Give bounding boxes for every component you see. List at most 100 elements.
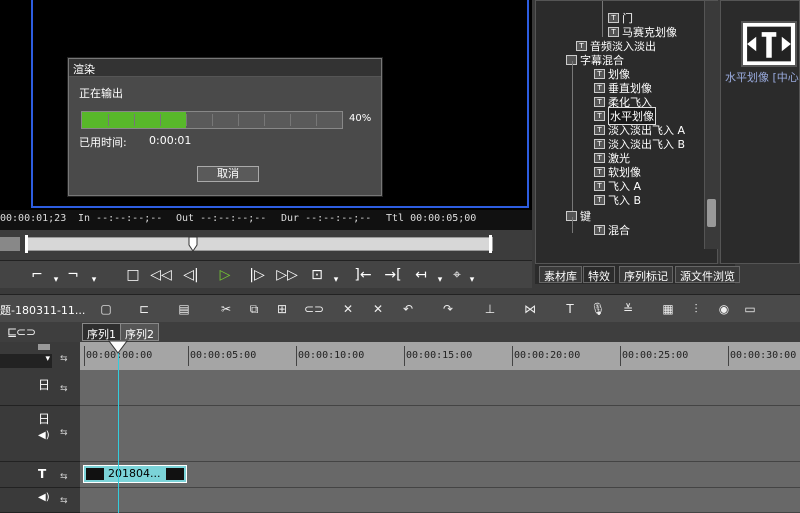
tab-sequence-1[interactable]: 序列1 [82,323,121,341]
open-icon[interactable]: ⊏ [136,301,152,317]
in-point-marker[interactable] [25,235,28,253]
track-arrow-icon[interactable]: ⇆ [60,384,68,394]
expand-arrow-icon[interactable]: ⇆ [60,354,68,364]
elapsed-label: 已用时间: [79,136,127,149]
progress-segment [316,114,317,126]
ripple-delete-icon[interactable]: ✕ [370,301,386,317]
tree-item[interactable]: T 软划像 [594,165,641,179]
loop-icon[interactable]: ⊡ [306,264,328,286]
tree-item[interactable]: T 飞入 A [594,179,641,193]
save-icon[interactable]: ▤ [176,301,192,317]
step-back-icon[interactable]: ◁| [180,264,202,286]
stop-icon[interactable]: □ [122,264,144,286]
tab-effects[interactable]: 特效 [583,266,615,283]
out-point-marker[interactable] [489,235,492,253]
tab-source-browser[interactable]: 源文件浏览 [675,266,740,283]
redo-icon[interactable]: ↷ [440,301,456,317]
audio-icon[interactable]: ◀) [38,492,50,503]
effect-icon: T [608,27,619,37]
tab-sequence-markers[interactable]: 序列标记 [619,266,673,283]
tree-item[interactable]: T 淡入淡出飞入 B [594,137,685,151]
tree-item[interactable]: T 激光 [594,151,630,165]
go-to-out-icon[interactable]: →[ [382,264,404,286]
tree-item[interactable]: T 水平划像 [594,107,656,125]
render-status: 正在输出 [79,87,123,100]
tree-item[interactable]: T 垂直划像 [594,81,652,95]
link-track-icon[interactable]: ⊂⊃ [16,324,36,340]
progress-segment [108,114,109,126]
audio-icon[interactable]: ◀) [38,430,50,441]
dropdown-arrow-icon[interactable]: ▾ [330,269,342,291]
sequence-tabs: ⊑ ⊂⊃ 序列1 序列2 [0,322,800,342]
dropdown-arrow-icon[interactable]: ▾ [88,269,100,291]
tree-item[interactable]: T 飞入 B [594,193,641,207]
copy-icon[interactable]: ⧉ [246,301,262,317]
effects-tree-panel: T 门 T 马赛克划像 T 音频淡入淡出 字幕混合 T 划像 T 垂直划像 T 柔化飞入 T 水平划像 T 淡入… [535,0,718,264]
fast-forward-icon[interactable]: ▷▷ [276,264,298,286]
tree-item[interactable]: T 混合 [594,223,630,237]
track-lane-title[interactable] [80,462,800,488]
set-in-icon[interactable]: ⌐ [26,264,48,286]
track-lane-1v[interactable] [80,370,800,406]
split-icon[interactable]: ↤ [410,264,432,286]
scrub-bar[interactable] [27,237,493,251]
timeline-ruler[interactable]: 00:00:00:00 00:00:05:00 00:00:10:00 00:0… [80,342,800,370]
track-arrow-icon[interactable]: ⇆ [60,472,68,482]
tree-item[interactable]: 键 [566,209,591,223]
cut-icon[interactable]: ✂ [218,301,234,317]
effect-icon: T [594,167,605,177]
current-timecode: 00:00:01;23 [0,213,67,224]
tab-sequence-2[interactable]: 序列2 [120,323,159,341]
title-track-icon[interactable]: T [38,467,46,481]
tree-item-label: 混合 [608,224,630,237]
delete-icon[interactable]: ✕ [340,301,356,317]
tree-item[interactable]: T 划像 [594,67,630,81]
set-out-icon[interactable]: ¬ [62,264,84,286]
dropdown-arrow-icon[interactable]: ▾ [434,269,446,291]
cancel-button[interactable]: 取消 [197,166,259,182]
voiceover-icon[interactable]: 🎙 [590,301,606,317]
tree-item[interactable]: T 音频淡入淡出 [576,39,656,53]
video-icon[interactable]: 日 [38,410,50,427]
tree-item[interactable]: 字幕混合 [566,53,624,67]
grid-icon[interactable]: ▦ [660,301,676,317]
audio-level-icon[interactable]: ⫶ [688,301,704,317]
track-arrow-icon[interactable]: ⇆ [60,428,68,438]
go-to-in-icon[interactable]: ]← [352,264,374,286]
title-clip[interactable]: 201804... [83,465,187,483]
dropdown-arrow-icon[interactable]: ▾ [466,269,478,291]
ripple-icon[interactable]: ⊥ [482,301,498,317]
link-icon[interactable]: ⊂⊃ [304,301,324,317]
scrollbar-thumb[interactable] [707,199,716,227]
time-scale-select[interactable]: ▾ [0,354,52,368]
title-icon[interactable]: T [562,301,578,317]
tree-item[interactable]: T门 [608,11,633,25]
scrub-row [0,230,532,260]
track-arrow-icon[interactable]: ⇆ [60,496,68,506]
play-icon[interactable]: ▷ [214,264,236,286]
timeline-playhead[interactable] [118,342,119,513]
zoom-handle[interactable] [38,344,50,350]
tree-item[interactable]: T 马赛克划像 [608,25,677,39]
playhead-handle-icon[interactable] [108,340,128,354]
color-icon[interactable]: ◉ [716,301,732,317]
paste-icon[interactable]: ⊞ [274,301,290,317]
scrub-left-handle[interactable] [0,237,20,251]
track-lane-2v[interactable] [80,406,800,462]
horizontal-wipe-icon[interactable] [741,21,797,67]
video-icon[interactable]: 日 [38,376,50,393]
marker-icon[interactable]: ⌖ [446,264,468,286]
rewind-icon[interactable]: ◁◁ [150,264,172,286]
step-forward-icon[interactable]: |▷ [246,264,268,286]
scrub-playhead-icon[interactable] [188,236,198,252]
tab-asset-library[interactable]: 素材库 [539,266,582,283]
layout-icon[interactable]: ▭ [742,301,758,317]
track-lane-audio[interactable] [80,488,800,513]
undo-icon[interactable]: ↶ [400,301,416,317]
dropdown-arrow-icon[interactable]: ▾ [50,269,62,291]
tree-scrollbar[interactable] [704,1,718,249]
new-icon[interactable]: ▢ [98,301,114,317]
snap-icon[interactable]: ⋈ [522,301,538,317]
tree-item[interactable]: T 淡入淡出飞入 A [594,123,685,137]
mixer-icon[interactable]: ≚ [620,301,636,317]
